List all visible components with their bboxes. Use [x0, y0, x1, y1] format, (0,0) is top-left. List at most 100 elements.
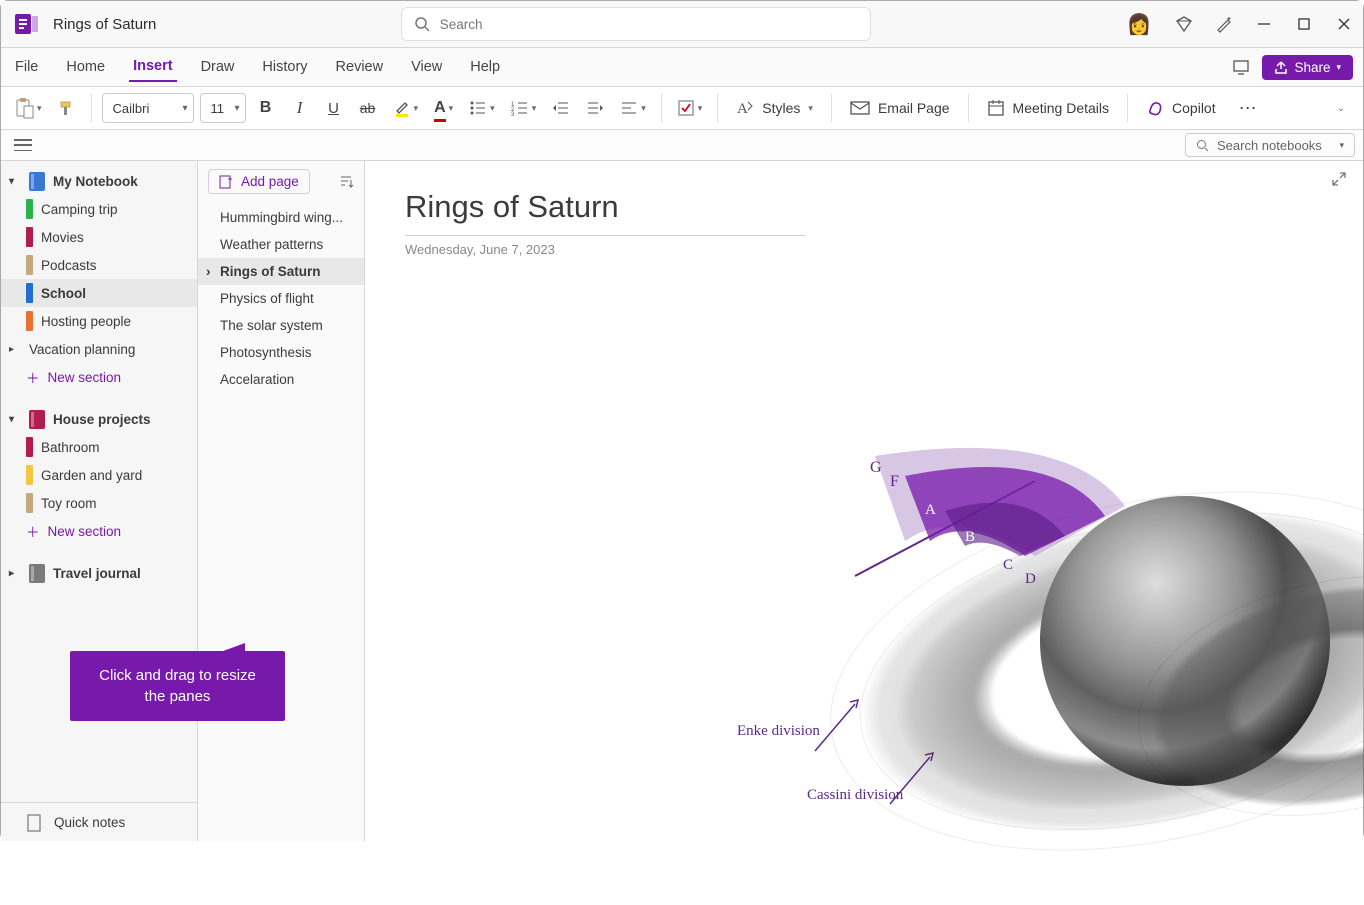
formatting-toolbar: Cailbri 11 B I U ab A 123 A Styles▾ Emai… [1, 87, 1363, 130]
outdent-button[interactable] [547, 93, 575, 123]
note-title[interactable]: Rings of Saturn [405, 189, 805, 236]
section-bathroom[interactable]: Bathroom [1, 433, 197, 461]
sort-icon [338, 174, 354, 190]
diamond-icon[interactable] [1175, 15, 1193, 33]
new-section-button[interactable]: ＋New section [1, 517, 197, 545]
format-painter-button[interactable] [53, 93, 81, 123]
quick-notes-button[interactable]: Quick notes [1, 802, 197, 842]
svg-text:F: F [890, 473, 899, 490]
share-button[interactable]: Share ▾ [1262, 55, 1353, 80]
page-weather-patterns[interactable]: Weather patterns [198, 231, 364, 258]
font-name-select[interactable]: Cailbri [102, 93, 194, 123]
chevron-right-icon: ▸ [9, 568, 21, 579]
notebook-house-projects[interactable]: ▾ House projects [1, 405, 197, 433]
styles-icon: A [736, 99, 754, 117]
pen-sparkle-icon[interactable] [1215, 15, 1233, 33]
chevron-down-icon: ▾ [9, 176, 21, 187]
bullet-list-button[interactable] [464, 93, 500, 123]
page-the-solar-system[interactable]: The solar system [198, 312, 364, 339]
section-school[interactable]: School [1, 279, 197, 307]
user-avatar[interactable]: 👩 [1125, 10, 1153, 38]
note-canvas[interactable]: Rings of Saturn Wednesday, June 7, 2023 … [365, 161, 1363, 841]
notebook-search-input[interactable]: Search notebooks ▾ [1185, 133, 1355, 157]
title-bar: Rings of Saturn Search 👩 [1, 1, 1363, 48]
page-rings-of-saturn[interactable]: Rings of Saturn [198, 258, 364, 285]
numbered-list-button[interactable]: 123 [506, 93, 542, 123]
menu-home[interactable]: Home [62, 53, 109, 81]
section-color-tab [26, 311, 33, 331]
minimize-button[interactable] [1255, 15, 1273, 33]
copilot-icon [1146, 99, 1164, 117]
app-icon [15, 12, 39, 36]
svg-text:3: 3 [511, 112, 515, 116]
copilot-button[interactable]: Copilot [1138, 99, 1224, 117]
expand-button[interactable] [1331, 171, 1347, 187]
strikethrough-button[interactable]: ab [354, 93, 382, 123]
section-camping-trip[interactable]: Camping trip [1, 195, 197, 223]
plus-icon: ＋ [26, 367, 40, 387]
maximize-button[interactable] [1295, 15, 1313, 33]
present-icon[interactable] [1232, 58, 1250, 76]
ribbon-toggle-button[interactable]: ⌄ [1327, 93, 1355, 123]
nav-toggle-button[interactable] [9, 130, 37, 160]
highlight-button[interactable] [388, 93, 424, 123]
section-color-tab [26, 283, 33, 303]
pages-panel: Add page Hummingbird wing... Weather pat… [198, 161, 365, 841]
font-size-select[interactable]: 11 [200, 93, 246, 123]
section-podcasts[interactable]: Podcasts [1, 251, 197, 279]
page-hummingbird[interactable]: Hummingbird wing... [198, 204, 364, 231]
svg-text:D: D [1025, 571, 1036, 587]
menu-file[interactable]: File [11, 53, 42, 81]
notebook-nav: ▾ My Notebook Camping trip Movies Podcas… [1, 161, 198, 841]
section-movies[interactable]: Movies [1, 223, 197, 251]
notebook-travel-journal[interactable]: ▸ Travel journal [1, 559, 197, 587]
bold-button[interactable]: B [252, 93, 280, 123]
navigation-subbar: Search notebooks ▾ [1, 130, 1363, 161]
resize-panes-tooltip: Click and drag to resize the panes [70, 651, 285, 721]
sort-pages-button[interactable] [338, 174, 354, 190]
add-page-button[interactable]: Add page [208, 169, 310, 194]
new-section-button[interactable]: ＋New section [1, 363, 197, 391]
paste-button[interactable] [9, 93, 47, 123]
page-physics-of-flight[interactable]: Physics of flight [198, 285, 364, 312]
search-icon [1196, 139, 1209, 152]
section-color-tab [26, 493, 33, 513]
page-icon [26, 814, 42, 832]
page-accelaration[interactable]: Accelaration [198, 366, 364, 393]
menu-insert[interactable]: Insert [129, 52, 177, 82]
indent-button[interactable] [581, 93, 609, 123]
search-input[interactable]: Search [401, 7, 871, 41]
note-date: Wednesday, June 7, 2023 [405, 242, 1323, 257]
search-placeholder: Search [440, 17, 483, 32]
align-button[interactable] [615, 93, 651, 123]
menu-view[interactable]: View [407, 53, 446, 81]
menu-history[interactable]: History [258, 53, 311, 81]
todo-tag-button[interactable] [672, 93, 708, 123]
menu-review[interactable]: Review [332, 53, 388, 81]
italic-button[interactable]: I [286, 93, 314, 123]
menu-help[interactable]: Help [466, 53, 504, 81]
enke-annotation: Enke division [737, 723, 820, 740]
toolbar-overflow-button[interactable]: ⋯ [1234, 93, 1264, 123]
chevron-down-icon: ▾ [9, 414, 21, 425]
menu-bar: File Home Insert Draw History Review Vie… [1, 48, 1363, 87]
svg-text:A: A [737, 101, 748, 117]
ring-labels-arc: G F A B C D [845, 446, 1165, 626]
section-color-tab [26, 465, 33, 485]
cassini-annotation: Cassini division [807, 787, 903, 804]
section-garden-and-yard[interactable]: Garden and yard [1, 461, 197, 489]
page-photosynthesis[interactable]: Photosynthesis [198, 339, 364, 366]
email-page-button[interactable]: Email Page [842, 100, 958, 116]
hamburger-icon [14, 139, 32, 151]
underline-button[interactable]: U [320, 93, 348, 123]
section-vacation-planning[interactable]: ▸Vacation planning [1, 335, 197, 363]
share-label: Share [1294, 60, 1330, 75]
styles-button[interactable]: A Styles▾ [728, 99, 821, 117]
close-button[interactable] [1335, 15, 1353, 33]
section-toy-room[interactable]: Toy room [1, 489, 197, 517]
font-color-button[interactable]: A [429, 93, 458, 123]
section-hosting-people[interactable]: Hosting people [1, 307, 197, 335]
menu-draw[interactable]: Draw [197, 53, 239, 81]
meeting-details-button[interactable]: Meeting Details [979, 99, 1118, 117]
notebook-my-notebook[interactable]: ▾ My Notebook [1, 167, 197, 195]
